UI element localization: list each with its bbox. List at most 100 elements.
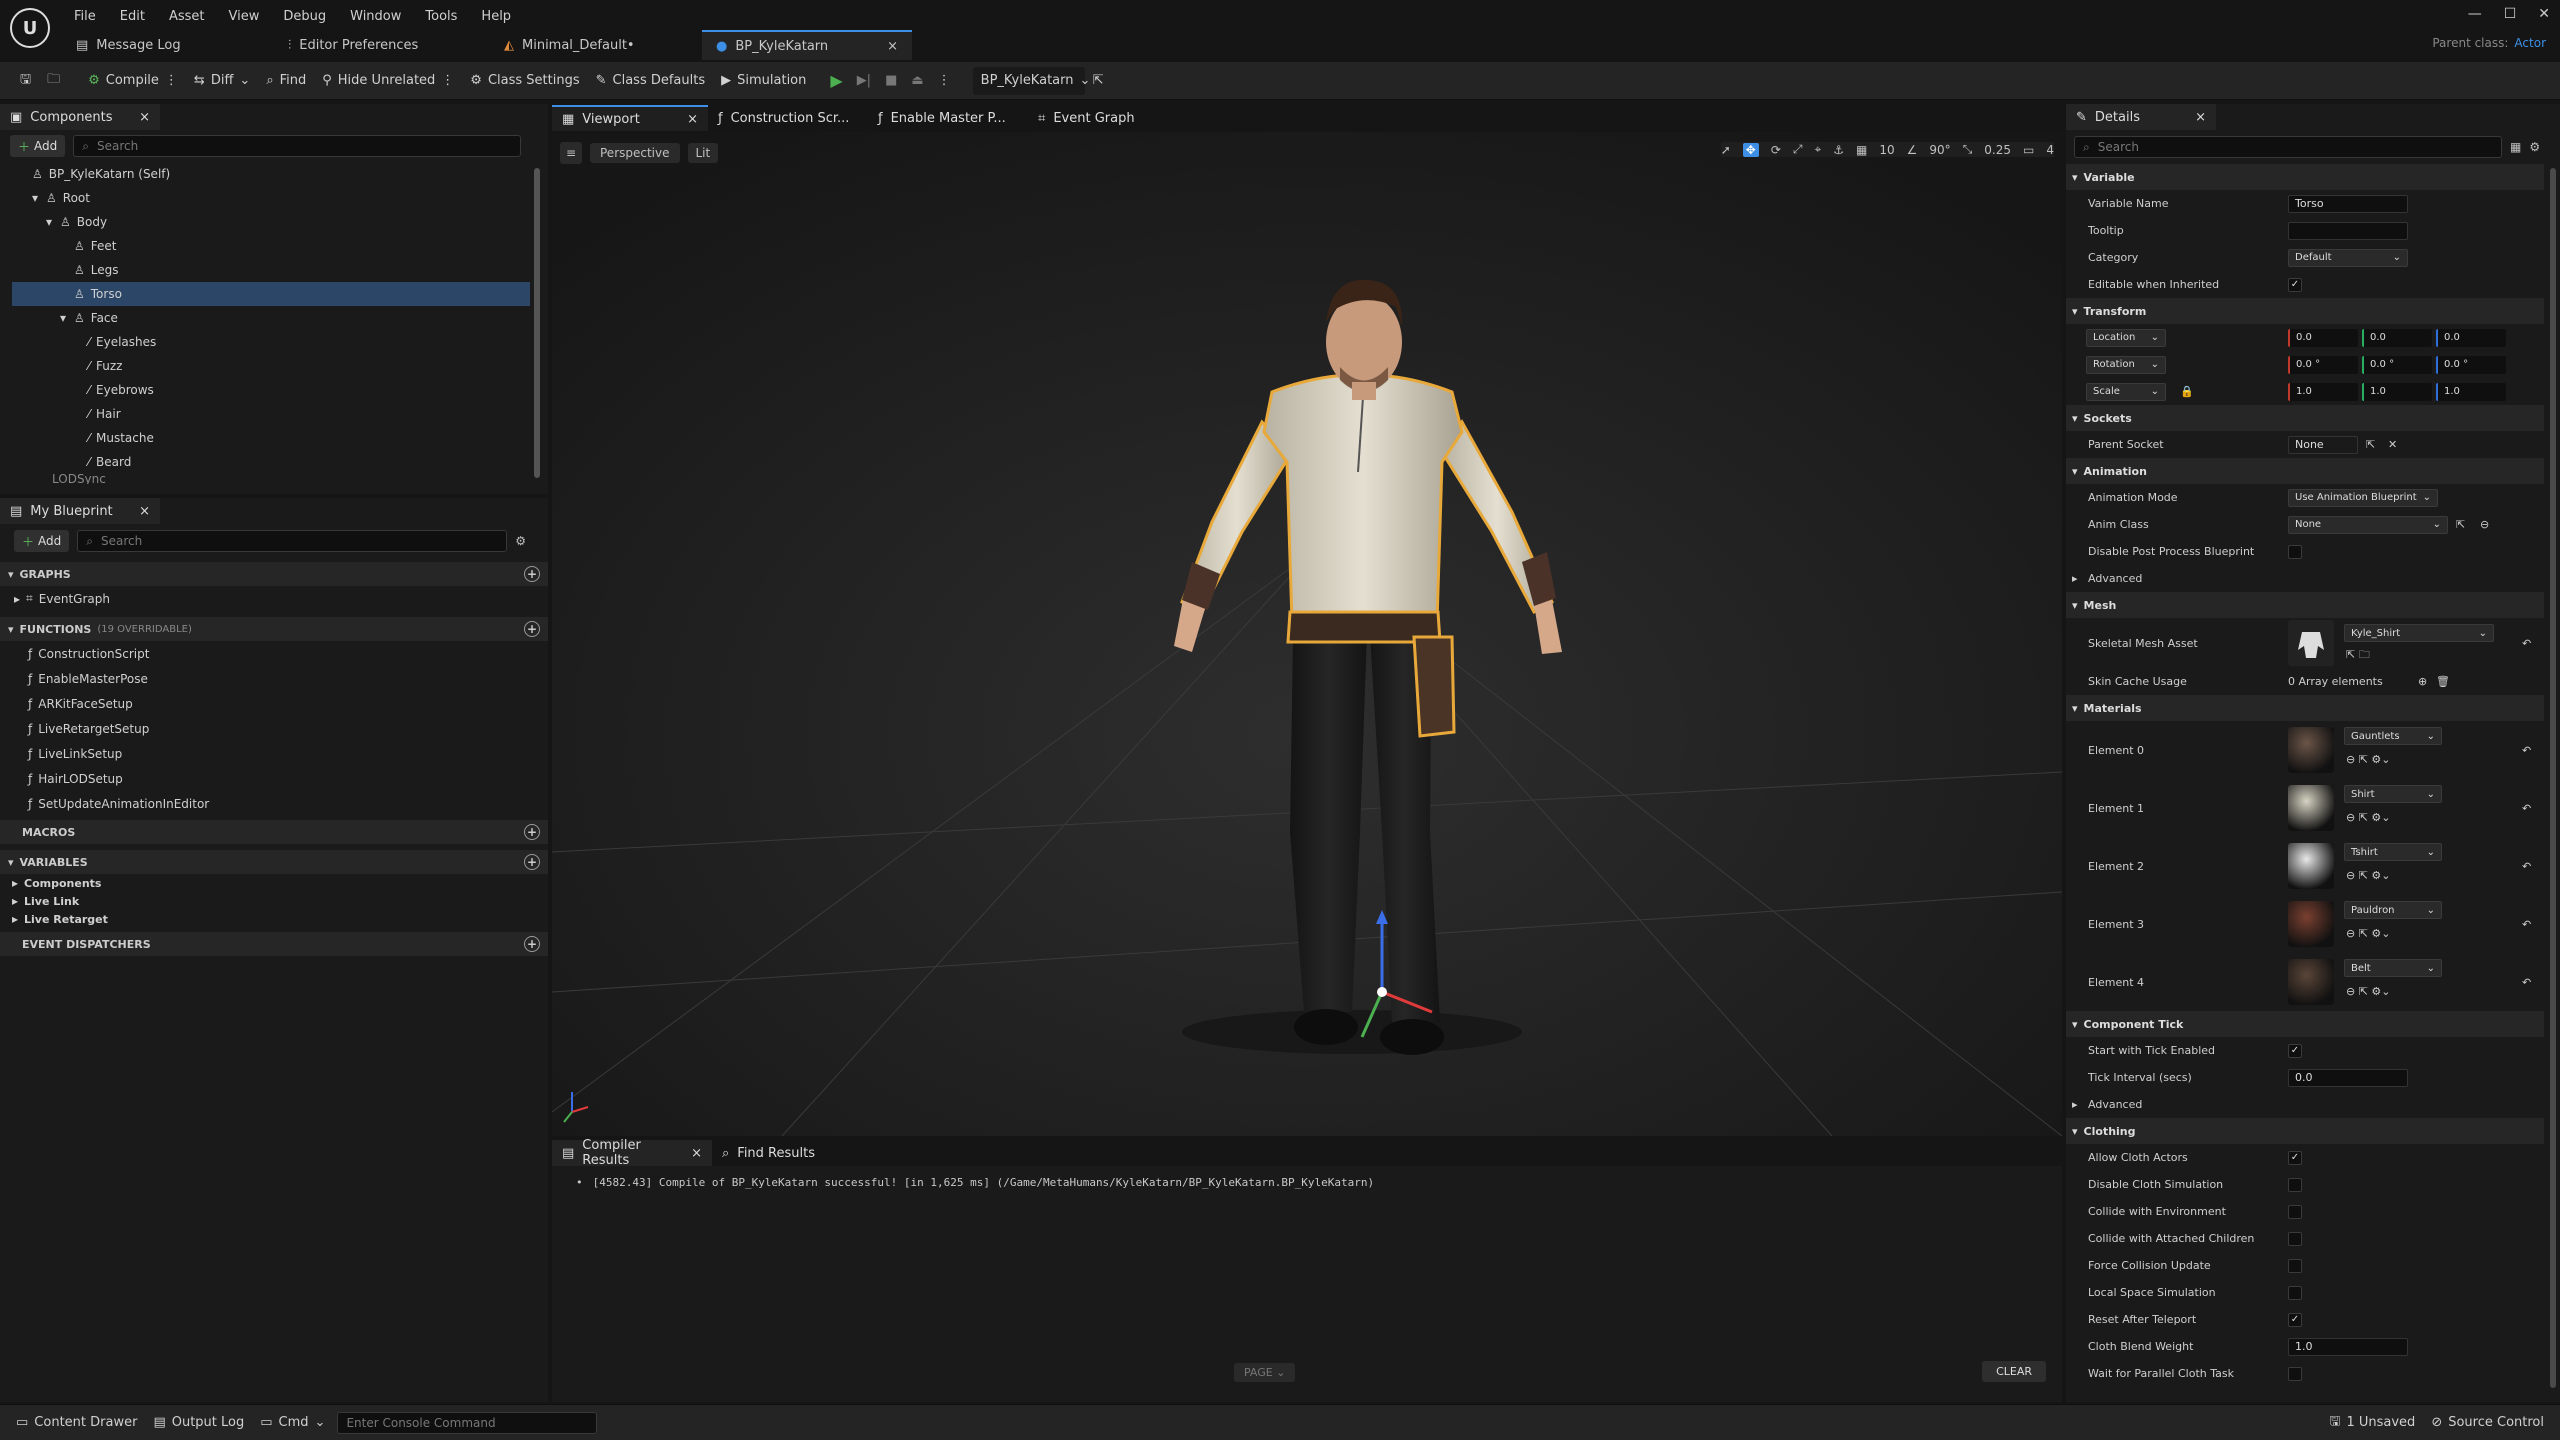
unsaved-button[interactable]: 🖫 1 Unsaved — [2321, 1409, 2423, 1437]
event-graph-item[interactable]: ▸ ⌗ EventGraph — [0, 586, 548, 611]
add-macro-icon[interactable]: + — [524, 824, 540, 840]
component-tree-item[interactable]: ♙ Feet — [12, 234, 530, 258]
variable-section[interactable]: ▾ Variable — [2066, 164, 2544, 190]
clothing-checkbox[interactable] — [2288, 1231, 2302, 1246]
clear-button[interactable]: CLEAR — [1982, 1361, 2046, 1382]
chevron-down-icon[interactable]: ▾ — [32, 191, 40, 205]
mesh-asset-dropdown[interactable]: Kyle_Shirt ⌄ — [2344, 624, 2494, 642]
tab-enable-master-pose[interactable]: ƒ Enable Master P... — [868, 105, 1028, 131]
viewport[interactable]: ≡ Perspective Lit ➚ ✥ ⟳ ⤢ ⌖ ⚓ ▦ 10 ∠ 90° ⤡… — [552, 132, 2062, 1136]
close-icon[interactable]: × — [887, 39, 898, 54]
tick-enabled-checkbox[interactable]: ✓ — [2288, 1043, 2302, 1058]
scale-snap-value[interactable]: 0.25 — [1984, 143, 2011, 157]
class-defaults-button[interactable]: ✎ Class Defaults — [588, 67, 714, 95]
chevron-right-icon[interactable]: ▸ — [2072, 572, 2078, 585]
tooltip-field[interactable] — [2288, 221, 2408, 240]
step-icon[interactable]: ▶| — [857, 73, 871, 88]
tab-viewport[interactable]: ▦ Viewport × — [552, 105, 708, 131]
sockets-section[interactable]: ▾ Sockets — [2066, 405, 2544, 431]
material-actions-icon[interactable]: ⊖ ⇱ ⚙⌄ — [2346, 985, 2391, 998]
rotation-mode-dropdown[interactable]: Rotation ⌄ — [2086, 355, 2166, 374]
tab-construction-script[interactable]: ƒ Construction Scr... — [708, 105, 868, 131]
function-item[interactable]: ƒ EnableMasterPose — [0, 666, 548, 691]
page-dropdown[interactable]: PAGE ⌄ — [1234, 1363, 1296, 1382]
clothing-checkbox[interactable] — [2288, 1285, 2302, 1300]
reset-icon[interactable]: ↶ — [2522, 637, 2531, 650]
menu-window[interactable]: Window — [338, 9, 413, 24]
lock-icon[interactable]: 🔒 — [2180, 385, 2194, 398]
select-mode-icon[interactable]: ➚ — [1721, 143, 1731, 157]
camera-speed-value[interactable]: 4 — [2046, 143, 2054, 157]
materials-section[interactable]: ▾ Materials — [2066, 695, 2544, 721]
material-dropdown[interactable]: Tshirt ⌄ — [2344, 843, 2442, 861]
add-graph-icon[interactable]: + — [524, 566, 540, 582]
material-thumbnail[interactable] — [2288, 843, 2334, 889]
component-tick-section[interactable]: ▾ Component Tick — [2066, 1011, 2544, 1037]
function-item[interactable]: ƒ HairLODSetup — [0, 766, 548, 791]
macros-section[interactable]: MACROS + — [0, 820, 548, 844]
scale-icon[interactable]: ⤢ — [1793, 142, 1803, 157]
play-icon[interactable]: ▶ — [830, 71, 842, 90]
material-thumbnail[interactable] — [2288, 727, 2334, 773]
blueprint-search-input[interactable]: ⌕ Search — [77, 530, 508, 552]
function-item[interactable]: ƒ SetUpdateAnimationInEditor — [0, 791, 548, 816]
animation-mode-dropdown[interactable]: Use Animation Blueprint ⌄ — [2288, 488, 2438, 507]
output-log-button[interactable]: ▤ Output Log — [145, 1409, 252, 1437]
simulation-button[interactable]: ▶ Simulation — [713, 67, 814, 95]
hamburger-icon[interactable]: ≡ — [560, 142, 582, 164]
gear-icon[interactable]: ⚙ — [515, 534, 526, 548]
add-component-button[interactable]: ＋ Add — [10, 135, 66, 157]
material-actions-icon[interactable]: ⊖ ⇱ ⚙⌄ — [2346, 869, 2391, 882]
rotation-x-field[interactable]: 0.0 ° — [2288, 355, 2358, 374]
transform-section[interactable]: ▾ Transform — [2066, 298, 2544, 324]
material-actions-icon[interactable]: ⊖ ⇱ ⚙⌄ — [2346, 927, 2391, 940]
material-actions-icon[interactable]: ⊖ ⇱ ⚙⌄ — [2346, 753, 2391, 766]
close-icon[interactable]: × — [139, 504, 150, 519]
component-tree-item[interactable]: ▾ ♙ Root — [12, 186, 530, 210]
add-icon[interactable]: ⊕ — [2418, 675, 2427, 688]
perspective-button[interactable]: Perspective — [590, 143, 680, 163]
chevron-down-icon[interactable]: ▾ — [46, 215, 54, 229]
add-dispatcher-icon[interactable]: + — [524, 936, 540, 952]
menu-help[interactable]: Help — [469, 9, 523, 24]
more-icon[interactable]: ⋮ — [938, 73, 951, 88]
menu-debug[interactable]: Debug — [271, 9, 338, 24]
surface-snap-icon[interactable]: ⚓ — [1833, 143, 1844, 157]
tab-my-blueprint[interactable]: ▤ My Blueprint × — [0, 498, 160, 524]
location-mode-dropdown[interactable]: Location ⌄ — [2086, 328, 2166, 347]
add-member-button[interactable]: ＋ Add — [14, 530, 70, 552]
category-dropdown[interactable]: Default ⌄ — [2288, 248, 2408, 267]
material-thumbnail[interactable] — [2288, 901, 2334, 947]
disable-pp-checkbox[interactable] — [2288, 544, 2302, 559]
function-item[interactable]: ƒ LiveLinkSetup — [0, 741, 548, 766]
tab-find-results[interactable]: ⌕ Find Results — [712, 1140, 862, 1166]
function-item[interactable]: ƒ LiveRetargetSetup — [0, 716, 548, 741]
component-tree-item[interactable]: ⁄ Mustache — [12, 426, 530, 450]
view-mode-button[interactable]: Lit — [687, 143, 719, 163]
component-tree-item[interactable]: ▾ ♙ Face — [12, 306, 530, 330]
rotate-icon[interactable]: ⟳ — [1771, 143, 1781, 157]
animation-section[interactable]: ▾ Animation — [2066, 458, 2544, 484]
grid-snap-icon[interactable]: ▦ — [1856, 143, 1867, 157]
rotation-y-field[interactable]: 0.0 ° — [2362, 355, 2432, 374]
translate-icon[interactable]: ✥ — [1742, 142, 1759, 157]
mesh-section[interactable]: ▾ Mesh — [2066, 592, 2544, 618]
tab-components[interactable]: ▣ Components × — [0, 104, 160, 130]
material-dropdown[interactable]: Pauldron ⌄ — [2344, 901, 2442, 919]
reset-icon[interactable]: ↶ — [2522, 976, 2531, 989]
details-search-input[interactable]: ⌕ Search — [2074, 136, 2502, 158]
reset-icon[interactable]: ↶ — [2522, 744, 2531, 757]
tab-compiler-results[interactable]: ▤ Compiler Results × — [552, 1138, 712, 1168]
tab-minimal-default[interactable]: ◭ Minimal_Default• — [490, 30, 649, 60]
functions-section[interactable]: ▾ FUNCTIONS (19 OVERRIDABLE) + — [0, 617, 548, 641]
variable-group[interactable]: ▸ Live Retarget — [0, 910, 548, 928]
material-thumbnail[interactable] — [2288, 785, 2334, 831]
component-tree-item[interactable]: ♙ BP_KyleKatarn (Self) — [12, 162, 530, 186]
clothing-checkbox[interactable] — [2288, 1204, 2302, 1219]
grid-snap-value[interactable]: 10 — [1879, 143, 1894, 157]
browse-icon[interactable]: ⇱ — [2456, 518, 2465, 531]
parallel-cloth-checkbox[interactable] — [2288, 1366, 2302, 1381]
tab-editor-preferences[interactable]: ⫶ Editor Preferences — [274, 30, 432, 60]
anim-class-dropdown[interactable]: None ⌄ — [2288, 515, 2448, 534]
component-tree-item[interactable]: ⁄ Eyelashes — [12, 330, 530, 354]
